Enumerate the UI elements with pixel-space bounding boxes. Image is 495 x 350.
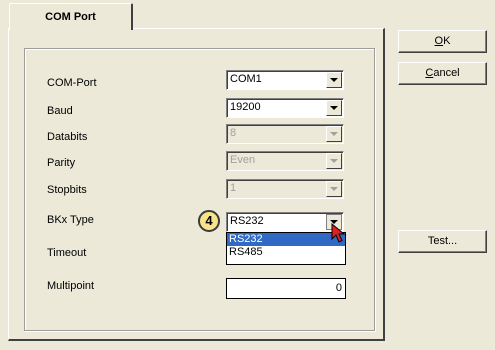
databits-label: Databits xyxy=(47,131,88,143)
stopbits-value: 1 xyxy=(230,182,237,194)
stopbits-select: 1 xyxy=(226,179,344,199)
step-number-badge: 4 xyxy=(198,210,220,232)
com-port-select[interactable]: COM1 xyxy=(226,70,344,90)
com-port-value: COM1 xyxy=(230,73,262,85)
test-label: Test... xyxy=(427,235,458,247)
stopbits-label: Stopbits xyxy=(47,184,87,196)
bkx-type-select[interactable]: RS232 xyxy=(226,212,344,232)
timeout-label: Timeout xyxy=(47,247,87,259)
chevron-down-icon xyxy=(326,181,342,197)
chevron-down-icon[interactable] xyxy=(326,72,342,88)
baud-select[interactable]: 19200 xyxy=(226,98,344,118)
bkx-type-value: RS232 xyxy=(230,215,264,227)
test-button[interactable]: Test... xyxy=(398,230,487,253)
parity-value: Even xyxy=(230,154,256,166)
databits-select: 8 xyxy=(226,124,344,144)
dropdown-option-rs485[interactable]: RS485 xyxy=(227,246,345,259)
ok-button[interactable]: OK xyxy=(398,30,487,53)
multipoint-input[interactable]: 0 xyxy=(226,278,346,299)
dropdown-option-rs232[interactable]: RS232 xyxy=(227,233,345,246)
chevron-down-icon[interactable] xyxy=(326,100,342,116)
bkx-type-label: BKx Type xyxy=(47,214,94,226)
ok-label-rest: K xyxy=(443,35,451,47)
cancel-button[interactable]: Cancel xyxy=(398,62,487,85)
parity-label: Parity xyxy=(47,157,76,169)
chevron-down-icon xyxy=(326,126,342,142)
multipoint-label: Multipoint xyxy=(47,280,95,292)
baud-value: 19200 xyxy=(230,101,261,113)
cancel-label-rest: ancel xyxy=(433,67,460,79)
ok-mnemonic: O xyxy=(434,35,444,47)
com-port-label: COM-Port xyxy=(47,77,97,89)
baud-label: Baud xyxy=(47,105,73,117)
parity-select: Even xyxy=(226,151,344,171)
mouse-cursor-icon xyxy=(331,223,346,243)
databits-value: 8 xyxy=(230,127,237,139)
bkx-type-dropdown-list: RS232 RS485 xyxy=(226,232,346,265)
chevron-down-icon xyxy=(326,153,342,169)
